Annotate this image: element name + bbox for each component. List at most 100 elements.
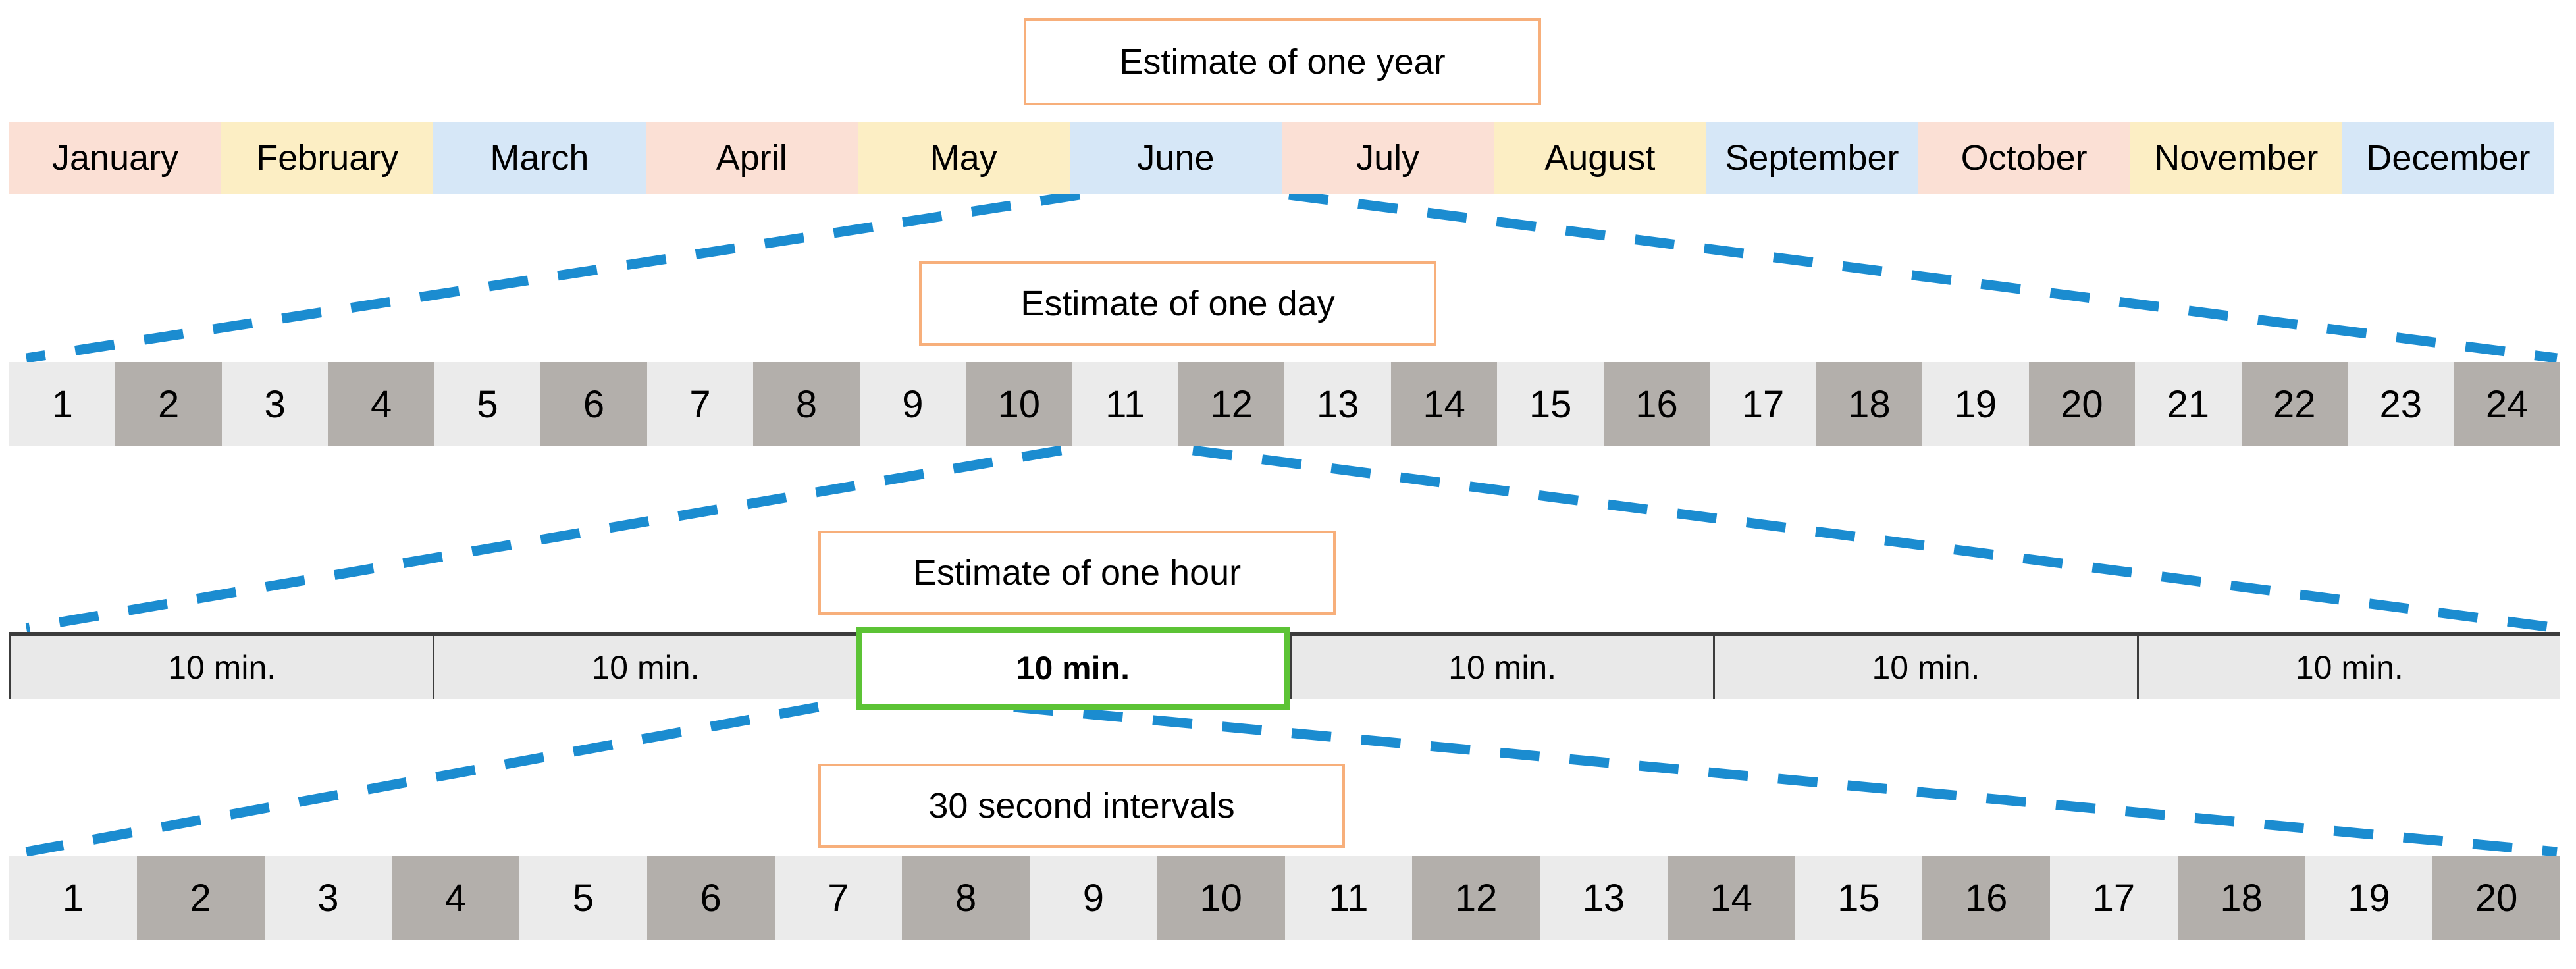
second-interval-cell-label: 20 [2475,876,2518,920]
day-hour-cell-23[interactable]: 23 [2347,362,2454,446]
day-hour-cell-8[interactable]: 8 [753,362,860,446]
day-hour-cell-label: 5 [477,382,498,426]
second-interval-cell-18[interactable]: 18 [2177,856,2305,940]
day-hour-cell-11[interactable]: 11 [1072,362,1178,446]
day-hour-cell-2[interactable]: 2 [115,362,222,446]
second-interval-cell-6[interactable]: 6 [646,856,775,940]
month-cell-December[interactable]: December [2342,122,2555,194]
day-hour-cell-12[interactable]: 12 [1178,362,1285,446]
month-cell-label: June [1137,138,1215,178]
day-hour-cell-14[interactable]: 14 [1390,362,1498,446]
day-hour-cell-17[interactable]: 17 [1710,362,1816,446]
hour-block-5[interactable]: 10 min. [1713,636,2137,699]
second-interval-cell-9[interactable]: 9 [1030,856,1157,940]
callout-estimate-of-one-year: Estimate of one year [1024,18,1541,105]
day-hour-cell-10[interactable]: 10 [966,362,1072,446]
second-interval-cell-1[interactable]: 1 [9,856,137,940]
hour-block-2[interactable]: 10 min. [433,636,856,699]
day-hour-cell-label: 23 [2379,382,2422,426]
second-interval-cell-4[interactable]: 4 [392,856,519,940]
second-interval-cell-16[interactable]: 16 [1922,856,2050,940]
second-interval-cell-label: 3 [317,876,339,920]
callout-seconds-label: 30 second intervals [928,786,1235,825]
day-hour-cell-label: 1 [51,382,73,426]
year-to-day-right-dashed-line [1288,190,2558,363]
second-interval-cell-10[interactable]: 10 [1157,856,1285,940]
day-to-hour-right-dashed-line [1192,445,2558,633]
month-cell-June[interactable]: June [1069,122,1282,194]
day-hour-cell-label: 9 [902,382,924,426]
second-interval-cell-2[interactable]: 2 [136,856,265,940]
month-cell-label: December [2366,138,2531,178]
month-cell-label: October [1960,138,2088,178]
day-hour-cell-19[interactable]: 19 [1922,362,2029,446]
second-interval-cell-label: 10 [1199,876,1242,920]
second-interval-cell-label: 14 [1710,876,1752,920]
month-cell-April[interactable]: April [645,122,858,194]
month-cell-September[interactable]: September [1706,122,1918,194]
month-cell-October[interactable]: October [1918,122,2130,194]
day-hour-cell-label: 18 [1848,382,1891,426]
second-interval-cell-13[interactable]: 13 [1540,856,1668,940]
day-hour-cell-13[interactable]: 13 [1284,362,1391,446]
day-hour-cell-24[interactable]: 24 [2454,362,2560,446]
second-interval-cell-17[interactable]: 17 [2050,856,2178,940]
second-interval-cell-3[interactable]: 3 [264,856,392,940]
day-hour-cell-3[interactable]: 3 [221,362,329,446]
second-interval-cell-20[interactable]: 20 [2432,856,2560,940]
day-hour-cell-18[interactable]: 18 [1816,362,1923,446]
second-interval-cell-5[interactable]: 5 [519,856,647,940]
day-hour-cell-22[interactable]: 22 [2241,362,2348,446]
day-hour-cell-21[interactable]: 21 [2135,362,2242,446]
month-cell-November[interactable]: November [2130,122,2342,194]
month-cell-label: March [490,138,589,178]
month-cell-label: August [1544,138,1656,178]
second-interval-cell-8[interactable]: 8 [902,856,1030,940]
second-interval-cell-label: 2 [190,876,211,920]
day-hour-cell-4[interactable]: 4 [328,362,434,446]
day-hour-cell-label: 11 [1105,382,1145,426]
day-hour-cell-label: 19 [1954,382,1997,426]
second-interval-cell-14[interactable]: 14 [1667,856,1795,940]
second-interval-cell-7[interactable]: 7 [774,856,903,940]
month-cell-January[interactable]: January [9,122,222,194]
month-cell-August[interactable]: August [1494,122,1706,194]
month-cell-label: May [930,138,997,178]
second-interval-cell-label: 6 [700,876,722,920]
month-cell-March[interactable]: March [433,122,646,194]
second-interval-cell-label: 8 [955,876,977,920]
day-hour-cell-label: 24 [2485,382,2529,426]
hour-block-3-selected[interactable]: 10 min. [856,627,1290,710]
month-cell-label: January [52,138,179,178]
day-hours-row: 1 2 3 4 5 6 7 8 9 10 11 12 13 14 15 16 17 18 19 20 21 22 23 24 [9,362,2560,446]
month-cell-label: November [2154,138,2319,178]
day-hour-cell-16[interactable]: 16 [1603,362,1710,446]
hour-block-1[interactable]: 10 min. [9,636,433,699]
day-hour-cell-5[interactable]: 5 [434,362,541,446]
time-estimation-diagram: Estimate of one year January February Marc… [0,0,2576,969]
month-cell-May[interactable]: May [857,122,1070,194]
callout-hour-label: Estimate of one hour [912,553,1242,592]
second-interval-cell-12[interactable]: 12 [1412,856,1540,940]
callout-estimate-of-one-day: Estimate of one day [919,261,1436,346]
day-hour-cell-6[interactable]: 6 [540,362,647,446]
second-interval-cell-19[interactable]: 19 [2305,856,2433,940]
month-cell-July[interactable]: July [1282,122,1494,194]
second-interval-cell-11[interactable]: 11 [1284,856,1413,940]
day-hour-cell-9[interactable]: 9 [859,362,966,446]
day-hour-cell-label: 20 [2061,382,2103,426]
day-hour-cell-1[interactable]: 1 [9,362,116,446]
hour-block-6[interactable]: 10 min. [2136,636,2560,699]
hour-block-label: 10 min. [168,649,276,686]
month-cell-February[interactable]: February [221,122,434,194]
second-interval-cell-15[interactable]: 15 [1795,856,1923,940]
second-interval-cell-label: 15 [1837,876,1880,920]
second-interval-cell-label: 16 [1964,876,2008,920]
month-cell-label: September [1725,138,1899,178]
day-hour-cell-20[interactable]: 20 [2028,362,2136,446]
day-hour-cell-label: 10 [997,382,1041,426]
hour-block-label: 10 min. [1448,649,1557,686]
day-hour-cell-15[interactable]: 15 [1497,362,1604,446]
hour-block-4[interactable]: 10 min. [1289,636,1714,699]
day-hour-cell-7[interactable]: 7 [646,362,754,446]
